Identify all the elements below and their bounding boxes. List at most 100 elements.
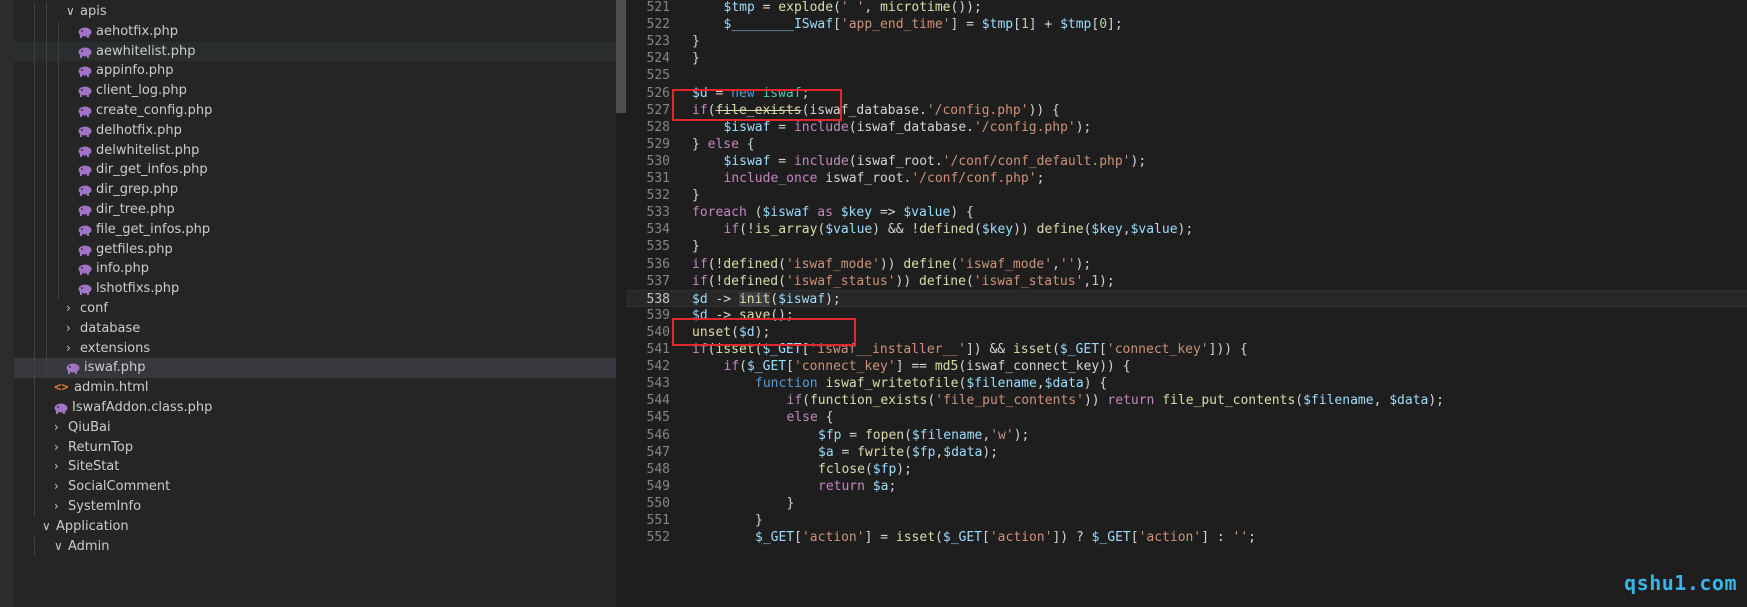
code-line[interactable]: 546 $fp = fopen($filename,'w'); — [626, 427, 1747, 444]
code-line[interactable]: 552 $_GET['action'] = isset($_GET['action… — [626, 529, 1747, 546]
code-line[interactable]: 536 if(!defined('iswaf_mode')) define('is… — [626, 256, 1747, 273]
php-elephant-icon — [78, 86, 92, 98]
explorer-item[interactable]: › SocialComment — [14, 477, 616, 497]
code-line[interactable]: 537 if(!defined('iswaf_status')) define('… — [626, 273, 1747, 290]
explorer-item-label: admin.html — [74, 380, 149, 396]
line-number: 548 — [646, 461, 670, 477]
code-line[interactable]: 530 $iswaf = include(iswaf_root.'/conf/co… — [626, 153, 1747, 170]
php-elephant-icon — [78, 245, 92, 256]
code-line[interactable]: 549 return $a; — [626, 478, 1747, 495]
explorer-scrollbar[interactable] — [616, 0, 626, 113]
indent-guide — [58, 101, 59, 121]
explorer-item[interactable]: getfiles.php — [14, 239, 616, 260]
indent-guide — [34, 219, 35, 240]
explorer-item[interactable]: <> admin.html — [14, 378, 616, 398]
explorer-item[interactable]: IswafAddon.class.php — [14, 398, 616, 418]
code-line[interactable]: 544 if(function_exists('file_put_contents… — [626, 392, 1747, 409]
chevron-right-icon[interactable]: › — [54, 418, 59, 438]
line-number: 522 — [646, 17, 670, 33]
code-text: } — [692, 188, 700, 204]
explorer-item[interactable]: file_get_infos.php — [14, 219, 616, 240]
file-explorer: ∨ apis aehotfix.php aewhitelist.php appinfo.… — [14, 0, 616, 607]
code-line[interactable]: 550} — [626, 495, 1747, 512]
chevron-right-icon[interactable]: › — [66, 319, 71, 339]
php-elephant-icon — [54, 403, 68, 414]
indent-guide — [46, 21, 47, 42]
php-elephant-icon — [78, 185, 92, 197]
indent-guide — [34, 180, 35, 200]
indent-guide — [58, 21, 59, 42]
code-line[interactable]: 532} — [626, 187, 1747, 204]
explorer-item[interactable]: ∨ Admin — [14, 536, 616, 557]
explorer-item[interactable]: info.php — [14, 259, 616, 280]
indent-guide — [34, 2, 35, 22]
chevron-right-icon[interactable]: › — [54, 477, 59, 497]
explorer-item[interactable]: lshotfixs.php — [14, 279, 616, 299]
indent-guide — [46, 61, 47, 82]
explorer-item[interactable]: ∨ apis — [14, 2, 616, 22]
chevron-down-icon[interactable]: ∨ — [54, 537, 63, 557]
explorer-item-label: SocialComment — [68, 479, 171, 495]
explorer-item[interactable]: › QiuBai — [14, 417, 616, 438]
chevron-down-icon[interactable]: ∨ — [42, 517, 51, 537]
indent-guide — [58, 259, 59, 280]
chevron-right-icon[interactable]: › — [54, 438, 59, 458]
code-line[interactable]: 535} — [626, 238, 1747, 255]
code-line[interactable]: 548 fclose($fp); — [626, 461, 1747, 478]
explorer-item[interactable]: iswaf.php — [14, 358, 616, 379]
code-line[interactable]: 523} — [626, 33, 1747, 50]
code-line[interactable]: 533 foreach ($iswaf as $key => $value) { — [626, 204, 1747, 221]
code-line[interactable]: 524} — [626, 50, 1747, 67]
code-line[interactable]: 525 — [626, 67, 1747, 84]
indent-guide — [34, 21, 35, 42]
explorer-item[interactable]: › SiteStat — [14, 457, 616, 478]
indent-guide — [46, 41, 47, 62]
indent-guide — [58, 41, 59, 62]
chevron-right-icon[interactable]: › — [54, 457, 59, 477]
explorer-item[interactable]: dir_get_infos.php — [14, 160, 616, 181]
explorer-item[interactable]: client_log.php — [14, 81, 616, 101]
explorer-item[interactable]: ∨ Application — [14, 517, 616, 537]
indent-guide — [34, 41, 35, 62]
explorer-item[interactable]: aewhitelist.php — [14, 41, 616, 62]
explorer-item[interactable]: › ReturnTop — [14, 437, 616, 458]
code-line[interactable]: 531 include_once iswaf_root.'/conf/conf.p… — [626, 170, 1747, 187]
code-line[interactable]: 551} — [626, 512, 1747, 529]
chevron-right-icon[interactable]: › — [66, 339, 71, 359]
code-line[interactable]: 528 $iswaf = include(iswaf_database.'/con… — [626, 119, 1747, 136]
code-text: $________ISwaf['app_end_time'] = $tmp[1]… — [723, 17, 1123, 33]
explorer-item[interactable]: aehotfix.php — [14, 21, 616, 42]
code-line[interactable]: 534 if(!is_array($value) && !defined($key… — [626, 221, 1747, 238]
explorer-item[interactable]: appinfo.php — [14, 61, 616, 82]
code-text: fclose($fp); — [818, 461, 912, 477]
indent-guide — [34, 200, 35, 220]
code-line[interactable]: 547 $a = fwrite($fp,$data); — [626, 444, 1747, 461]
indent-guide — [46, 160, 47, 181]
code-text: $iswaf = include(iswaf_database.'/config… — [723, 119, 1092, 135]
code-line[interactable]: 529} else { — [626, 136, 1747, 153]
indent-guide — [34, 140, 35, 161]
explorer-item[interactable]: › extensions — [14, 338, 616, 359]
indent-guide — [46, 239, 47, 260]
explorer-item[interactable]: delhotfix.php — [14, 120, 616, 141]
indent-guide — [34, 338, 35, 359]
explorer-item[interactable]: › conf — [14, 299, 616, 319]
explorer-item[interactable]: dir_grep.php — [14, 180, 616, 200]
indent-guide — [34, 497, 35, 517]
php-elephant-icon — [78, 106, 92, 117]
php-elephant-icon — [78, 27, 92, 38]
chevron-down-icon[interactable]: ∨ — [66, 2, 75, 22]
code-line[interactable]: 522 $________ISwaf['app_end_time'] = $tmp… — [626, 16, 1747, 33]
code-line[interactable]: 521 $tmp = explode(' ', microtime()); — [626, 0, 1747, 16]
code-line[interactable]: 542 if($_GET['connect_key'] == md5(iswaf_… — [626, 358, 1747, 375]
explorer-item[interactable]: › SystemInfo — [14, 497, 616, 517]
code-line[interactable]: 545 else { — [626, 409, 1747, 426]
explorer-item[interactable]: dir_tree.php — [14, 200, 616, 220]
chevron-right-icon[interactable]: › — [66, 299, 71, 319]
code-line[interactable]: 538 $d -> init($iswaf); — [626, 289, 1747, 307]
explorer-item[interactable]: create_config.php — [14, 101, 616, 121]
explorer-item[interactable]: delwhitelist.php — [14, 140, 616, 161]
chevron-right-icon[interactable]: › — [54, 497, 59, 517]
explorer-item[interactable]: › database — [14, 318, 616, 339]
code-line[interactable]: 543 function iswaf_writetofile($filename,… — [626, 375, 1747, 392]
